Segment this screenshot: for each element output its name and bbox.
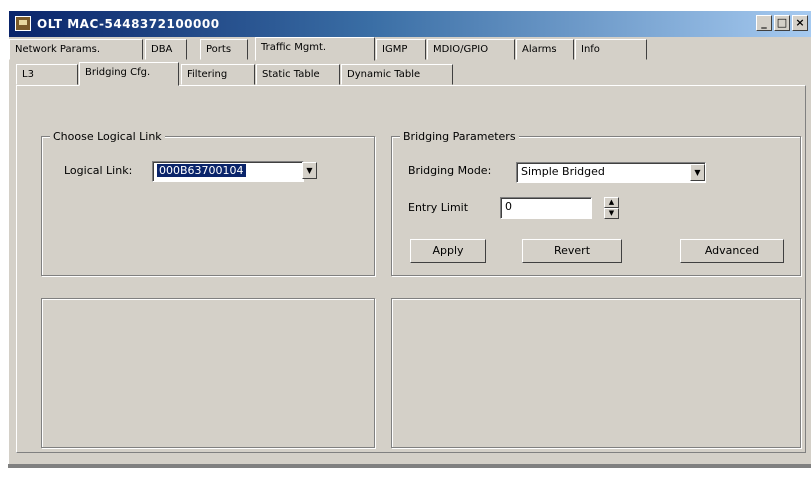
lower-left-panel (41, 298, 375, 448)
bridging-parameters-legend: Bridging Parameters (400, 130, 519, 143)
logical-link-legend: Choose Logical Link (50, 130, 165, 143)
title-bar[interactable]: OLT MAC-5448372100000 _ □ × (9, 11, 811, 37)
minimize-button[interactable]: _ (756, 15, 772, 31)
window-bottom-edge (8, 464, 811, 468)
tab-ports[interactable]: Ports (200, 39, 248, 60)
tab-igmp[interactable]: IGMP (376, 39, 426, 60)
bridging-parameters-group: Bridging Parameters Bridging Mode: Simpl… (391, 130, 801, 276)
chevron-down-icon[interactable]: ▼ (690, 164, 705, 181)
maximize-button[interactable]: □ (774, 15, 790, 31)
bridging-mode-value: Simple Bridged (521, 165, 605, 178)
apply-button[interactable]: Apply (410, 239, 486, 263)
logical-link-value: 000B63700104 (157, 164, 246, 177)
tab-info[interactable]: Info (575, 39, 647, 60)
entry-limit-label: Entry Limit (408, 201, 469, 214)
bridging-mode-select[interactable]: Simple Bridged (516, 162, 706, 183)
tab-bridging-cfg[interactable]: Bridging Cfg. (79, 62, 179, 86)
sub-tab-strip: L3 Bridging Cfg. Filtering Static Table … (9, 62, 811, 86)
chevron-down-icon[interactable]: ▼ (302, 162, 317, 179)
main-tab-strip: Network Params. DBA Ports Traffic Mgmt. … (9, 37, 811, 61)
advanced-button[interactable]: Advanced (680, 239, 784, 263)
tab-mdio-gpio[interactable]: MDIO/GPIO (427, 39, 515, 60)
lower-right-panel (391, 298, 801, 448)
tab-content-panel: Choose Logical Link Logical Link: 000B63… (16, 85, 806, 453)
network-app-icon (15, 16, 31, 31)
tab-static-table[interactable]: Static Table (256, 64, 340, 85)
logical-link-group: Choose Logical Link Logical Link: 000B63… (41, 130, 375, 276)
app-window: OLT MAC-5448372100000 _ □ × Network Para… (8, 10, 811, 465)
arrow-up-icon[interactable]: ▲ (604, 197, 619, 208)
logical-link-select[interactable]: 000B63700104 (152, 161, 304, 182)
revert-button[interactable]: Revert (522, 239, 622, 263)
logical-link-label: Logical Link: (64, 164, 133, 177)
entry-limit-spinner[interactable]: ▲ ▼ (604, 197, 619, 219)
bridging-mode-label: Bridging Mode: (408, 164, 492, 177)
window-title: OLT MAC-5448372100000 (37, 17, 220, 31)
tab-alarms[interactable]: Alarms (516, 39, 574, 60)
entry-limit-value: 0 (505, 200, 512, 213)
tab-l3[interactable]: L3 (16, 64, 78, 85)
arrow-down-icon[interactable]: ▼ (604, 208, 619, 219)
tab-dba[interactable]: DBA (145, 39, 187, 60)
entry-limit-input[interactable]: 0 (500, 197, 592, 219)
tab-network-params[interactable]: Network Params. (9, 39, 143, 60)
tab-traffic-mgmt[interactable]: Traffic Mgmt. (255, 37, 375, 61)
tab-dynamic-table[interactable]: Dynamic Table (341, 64, 453, 85)
close-button[interactable]: × (792, 15, 808, 31)
tab-filtering[interactable]: Filtering (181, 64, 255, 85)
